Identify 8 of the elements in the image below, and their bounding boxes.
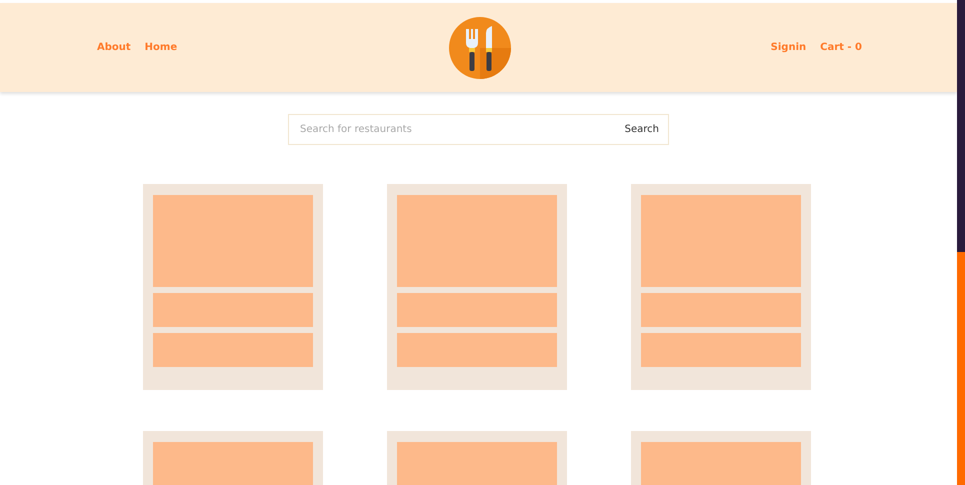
scrollbar-thumb[interactable] — [957, 0, 965, 252]
nav-link[interactable]: Home — [144, 42, 178, 53]
search-button[interactable]: Search — [624, 124, 659, 135]
nav-link[interactable]: About — [97, 42, 131, 53]
nav-link[interactable]: Signin — [770, 42, 806, 53]
search-field[interactable]: Search for restaurants Search — [288, 114, 669, 145]
fork-knife-logo-icon[interactable] — [448, 16, 510, 78]
nav-link[interactable]: Cart - 0 — [820, 42, 862, 53]
